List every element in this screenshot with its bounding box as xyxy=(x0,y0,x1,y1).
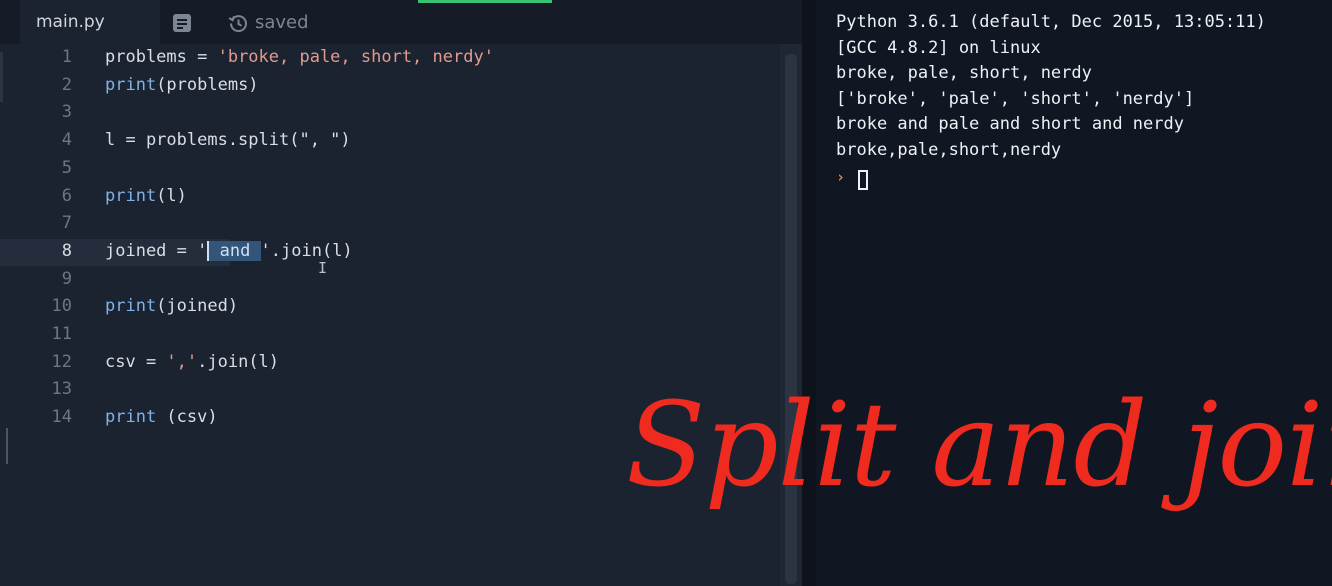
app-window: main.py saved 1 problems = 'broke, pale,… xyxy=(0,0,1332,586)
line-code: csv = ','.join(l) xyxy=(105,352,279,372)
tab-filename: main.py xyxy=(36,12,105,32)
line-code: l = problems.split(", ") xyxy=(105,130,351,150)
code-token: csv = xyxy=(105,351,167,372)
line-number: 8 xyxy=(61,240,72,261)
prompt-chevron-icon: › xyxy=(836,168,846,186)
code-token: (joined) xyxy=(156,296,239,317)
line-number: 9 xyxy=(61,268,72,289)
code-line[interactable]: 5 xyxy=(0,156,780,183)
code-line[interactable]: 3 xyxy=(0,100,780,127)
line-code: problems = 'broke, pale, short, nerdy' xyxy=(105,47,494,67)
saved-status: saved xyxy=(255,12,309,33)
console-line: Python 3.6.1 (default, Dec 2015, 13:05:1… xyxy=(836,12,1266,32)
code-line[interactable]: 8 joined = ' and '.join(l) xyxy=(0,238,353,266)
line-number: 10 xyxy=(51,296,72,317)
overlay-caption: Split and join xyxy=(626,378,1332,513)
line-number: 11 xyxy=(51,324,72,344)
line-number: 3 xyxy=(61,102,72,123)
code-token: (l) xyxy=(156,185,187,206)
code-token: print xyxy=(105,74,157,95)
history-icon xyxy=(228,13,249,34)
code-token: print xyxy=(105,185,157,206)
console-line: [GCC 4.8.2] on linux xyxy=(836,37,1041,58)
code-token: joined = ' xyxy=(105,240,208,261)
line-number: 4 xyxy=(61,130,72,151)
code-line[interactable]: 12 csv = ','.join(l) xyxy=(0,350,780,377)
code-token: l = problems.split(", ") xyxy=(105,130,351,151)
code-line[interactable]: 4 l = problems.split(", ") xyxy=(0,128,780,155)
code-line[interactable]: 11 xyxy=(0,322,780,349)
code-line[interactable]: 7 xyxy=(0,211,780,238)
code-token: (problems) xyxy=(156,74,259,95)
console-cursor xyxy=(858,170,868,190)
console-output: Python 3.6.1 (default, Dec 2015, 13:05:1… xyxy=(836,12,1326,165)
console-line: broke,pale,short,nerdy xyxy=(836,139,1062,160)
line-number: 12 xyxy=(51,351,72,372)
line-code: joined = ' and '.join(l) xyxy=(105,240,353,261)
editor-tab-bar: main.py saved xyxy=(0,0,802,44)
notes-icon[interactable] xyxy=(172,13,192,33)
line-number: 2 xyxy=(61,74,72,95)
code-token: .join(l) xyxy=(197,351,280,372)
line-number: 14 xyxy=(51,407,72,428)
code-line[interactable]: 9 xyxy=(0,267,780,294)
line-number: 13 xyxy=(51,379,72,400)
code-token: problems = xyxy=(105,47,218,67)
saved-progress-bar xyxy=(418,0,552,3)
code-token: 'broke, pale, short, nerdy' xyxy=(217,47,494,67)
code-token: '.join(l) xyxy=(260,240,353,261)
text-cursor-icon: I xyxy=(318,259,328,277)
code-line[interactable]: 1 problems = 'broke, pale, short, nerdy' xyxy=(0,45,780,72)
code-line[interactable]: 10 print(joined) xyxy=(0,294,780,321)
code-token: (csv) xyxy=(156,407,218,428)
code-line[interactable]: 6 print(l) xyxy=(0,184,780,211)
console-line: broke and pale and short and nerdy xyxy=(836,114,1184,134)
code-line[interactable]: 2 print(problems) xyxy=(0,73,780,100)
console-line: broke, pale, short, nerdy xyxy=(836,63,1092,83)
line-code: print(joined) xyxy=(105,296,238,316)
selected-text: and xyxy=(207,240,261,261)
line-number: 5 xyxy=(61,157,72,178)
code-token: ',' xyxy=(166,351,198,372)
line-number: 7 xyxy=(61,213,72,234)
line-code: print(l) xyxy=(105,186,187,206)
code-token: print xyxy=(105,407,157,428)
line-code: print (csv) xyxy=(105,407,218,427)
line-number: 1 xyxy=(61,47,72,67)
code-token: print xyxy=(105,296,157,317)
line-code: print(problems) xyxy=(105,75,259,95)
console-line: ['broke', 'pale', 'short', 'nerdy'] xyxy=(836,88,1195,109)
line-number: 6 xyxy=(61,185,72,206)
